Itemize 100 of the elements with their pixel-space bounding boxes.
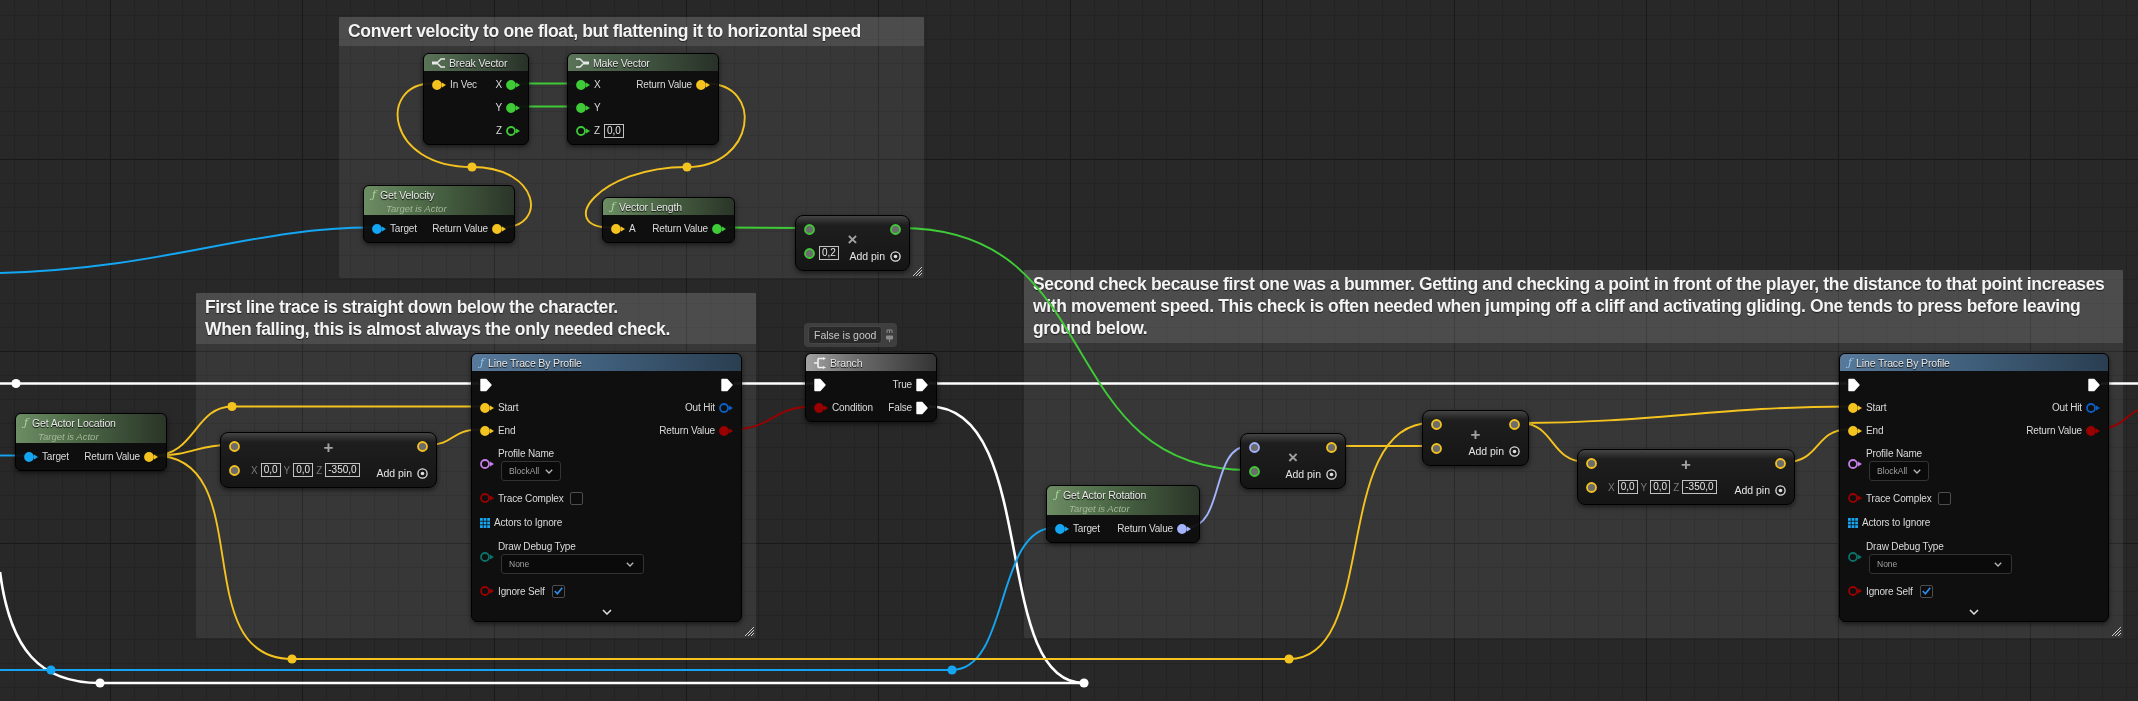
reroute-knot-icon[interactable] <box>1079 678 1089 688</box>
reroute-knot-icon[interactable] <box>1284 654 1294 664</box>
add-pin-button[interactable]: Add pin <box>1468 445 1520 457</box>
pin-icon[interactable] <box>1326 441 1337 453</box>
value-field[interactable]: 0,0 <box>1650 480 1671 494</box>
pin-icon[interactable] <box>576 125 590 136</box>
pin-icon[interactable] <box>576 102 590 113</box>
pin-icon[interactable] <box>480 402 494 413</box>
graph-node[interactable]: + X 0,0 Y 0,0 Z -350,0 Add pin <box>220 432 437 488</box>
pin-icon[interactable] <box>417 440 428 452</box>
pin-icon[interactable] <box>1177 523 1191 534</box>
pin-icon[interactable] <box>229 440 240 452</box>
resize-grip-icon[interactable] <box>2112 627 2121 636</box>
checkbox[interactable] <box>570 491 584 505</box>
value-field[interactable]: 0,0 <box>293 463 314 477</box>
exec-pin-icon[interactable] <box>916 400 928 415</box>
pin-icon[interactable] <box>1431 442 1442 454</box>
pin-icon[interactable] <box>1249 441 1260 453</box>
resize-grip-icon[interactable] <box>913 267 922 276</box>
pin-icon[interactable] <box>480 459 494 469</box>
pin-icon[interactable] <box>1848 459 1862 469</box>
value-field[interactable]: -350,0 <box>325 463 360 477</box>
array-pin-icon[interactable] <box>1848 517 1858 528</box>
reroute-knot-icon[interactable] <box>682 162 692 172</box>
pin-icon[interactable] <box>1249 465 1260 477</box>
pin-icon[interactable] <box>1431 418 1442 430</box>
pin-icon[interactable] <box>712 223 726 234</box>
pin-icon[interactable] <box>432 79 446 90</box>
graph-node[interactable]: ƒ Get Actor Location Target is Actor Target Return Value <box>15 413 167 471</box>
pin-icon[interactable] <box>144 451 158 462</box>
reroute-knot-icon[interactable] <box>467 162 477 172</box>
pin-icon[interactable] <box>804 223 815 235</box>
pin-icon[interactable] <box>1586 481 1597 493</box>
pin-icon[interactable] <box>1848 425 1862 436</box>
pin-icon[interactable] <box>611 223 625 234</box>
graph-node[interactable]: ƒ Line Trace By Profile Start End Profile Name BlockAll Trace Complex Actors to Ignore Draw Debug Type None Ignore Self Out Hit Return Value <box>471 353 742 622</box>
reroute-knot-icon[interactable] <box>227 401 237 412</box>
dropdown[interactable]: None <box>501 554 644 574</box>
pin-icon[interactable] <box>696 79 710 90</box>
graph-node[interactable]: Branch Condition True False <box>805 353 937 422</box>
pin-icon[interactable] <box>480 425 494 436</box>
function-icon: ƒ <box>611 200 616 213</box>
pin-icon[interactable] <box>506 102 520 113</box>
pin-icon[interactable] <box>492 223 506 234</box>
add-pin-button[interactable]: Add pin <box>1734 484 1786 496</box>
graph-node[interactable]: × Add pin <box>1240 433 1346 489</box>
axis-label: X <box>1608 481 1615 493</box>
pushpin-icon[interactable] <box>886 328 894 342</box>
graph-node[interactable]: ƒ Line Trace By Profile Start End Profile Name BlockAll Trace Complex Actors to Ignore Draw Debug Type None Ignore Self Out Hit Return Value <box>1839 353 2109 622</box>
dropdown[interactable]: BlockAll <box>1869 461 1929 481</box>
dropdown[interactable]: BlockAll <box>501 461 561 481</box>
value-field[interactable]: 0,2 <box>819 246 839 260</box>
pin-icon[interactable] <box>1775 457 1786 469</box>
exec-pin-icon[interactable] <box>2088 377 2100 392</box>
pin-icon[interactable] <box>506 79 520 90</box>
pin-icon[interactable] <box>506 125 520 136</box>
pin-label: X <box>594 79 601 90</box>
reroute-knot-icon[interactable] <box>46 665 56 675</box>
value-field[interactable]: 0,0 <box>1617 480 1638 494</box>
graph-node[interactable]: + Add pin <box>1422 410 1529 466</box>
pin-icon[interactable] <box>229 464 240 476</box>
checkbox[interactable] <box>1938 491 1952 505</box>
pin-icon[interactable] <box>1848 402 1862 413</box>
pin-icon[interactable] <box>1509 418 1520 430</box>
add-pin-button[interactable]: Add pin <box>1285 468 1337 480</box>
comment-bubble[interactable]: False is good <box>804 323 898 347</box>
chevron-down-icon[interactable] <box>601 609 612 615</box>
resize-grip-icon[interactable] <box>745 627 754 636</box>
value-field[interactable]: 0,0 <box>603 123 624 138</box>
exec-pin-icon[interactable] <box>1848 377 1860 392</box>
pin-icon[interactable] <box>890 223 901 235</box>
pin-icon[interactable] <box>372 223 386 234</box>
dropdown[interactable]: None <box>1869 554 2012 574</box>
array-pin-icon[interactable] <box>480 517 490 528</box>
value-field[interactable]: 0,0 <box>260 463 281 477</box>
reroute-knot-icon[interactable] <box>95 678 105 688</box>
add-pin-button[interactable]: Add pin <box>376 467 428 479</box>
exec-pin-icon[interactable] <box>916 377 928 392</box>
graph-node[interactable]: + X 0,0 Y 0,0 Z -350,0 Add pin <box>1577 449 1795 505</box>
pin-icon[interactable] <box>576 79 590 90</box>
reroute-knot-icon[interactable] <box>287 654 297 664</box>
graph-node[interactable]: × 0,2 Add pin <box>795 215 910 271</box>
reroute-knot-icon[interactable] <box>11 378 21 389</box>
value-field[interactable]: -350,0 <box>1682 480 1717 494</box>
graph-node[interactable]: ƒ Get Velocity Target is Actor Target Return Value <box>363 185 515 243</box>
exec-pin-icon[interactable] <box>814 377 826 392</box>
checkbox[interactable] <box>1919 584 1933 598</box>
chevron-down-icon[interactable] <box>1969 609 1979 615</box>
add-pin-button[interactable]: Add pin <box>849 250 901 262</box>
graph-node[interactable]: Make Vector X Y Z 0,0 Return Value <box>567 53 719 145</box>
graph-node[interactable]: ƒ Vector Length A Return Value <box>602 197 735 243</box>
graph-node[interactable]: ƒ Get Actor Rotation Target is Actor Target Return Value <box>1046 485 1200 543</box>
pin-icon[interactable] <box>1586 457 1597 469</box>
checkbox[interactable] <box>551 584 565 598</box>
pin-icon[interactable] <box>1055 523 1069 534</box>
exec-pin-icon[interactable] <box>480 377 492 392</box>
pin-icon[interactable] <box>24 451 38 462</box>
pin-icon[interactable] <box>804 247 815 259</box>
exec-pin-icon[interactable] <box>721 377 733 392</box>
graph-node[interactable]: Break Vector In Vec X Y Z <box>423 53 529 145</box>
